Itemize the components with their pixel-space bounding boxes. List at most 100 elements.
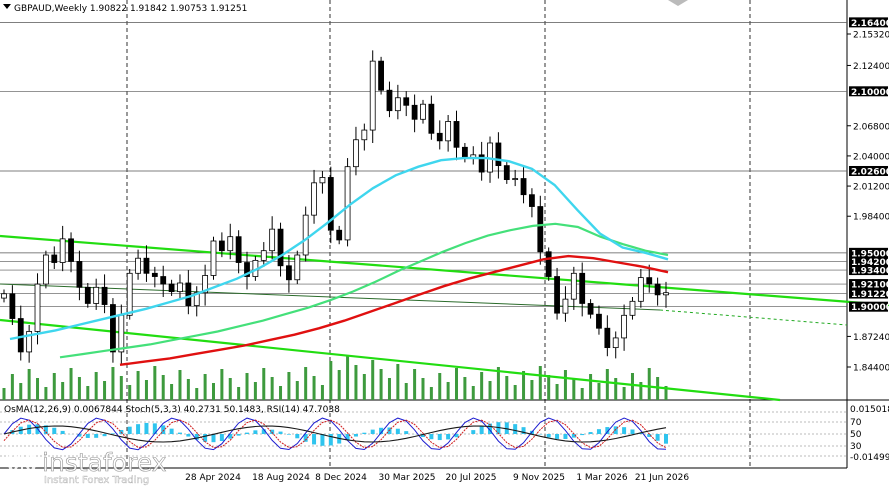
level-tag-2: 2.02600 <box>851 167 889 177</box>
volume-bar-23 <box>195 388 198 400</box>
volume-bar-64 <box>539 366 542 400</box>
volume-bar-53 <box>447 382 450 400</box>
osma-bar-61 <box>513 424 517 434</box>
volume-bar-40 <box>338 370 341 400</box>
candle-body-19 <box>161 277 166 285</box>
osma-bar-21 <box>178 433 182 434</box>
candle-body-7 <box>60 239 65 263</box>
price-chart-svg: 2.153202.124002.068002.040002.012001.984… <box>0 0 889 488</box>
candle-body-27 <box>228 237 233 251</box>
osma-bar-17 <box>144 423 148 434</box>
volume-bar-56 <box>472 386 475 400</box>
volume-bar-14 <box>120 376 123 400</box>
volume-bar-50 <box>421 378 424 400</box>
volume-bar-9 <box>78 377 81 400</box>
volume-bar-33 <box>279 386 282 400</box>
volume-bar-25 <box>212 383 215 400</box>
volume-bar-37 <box>313 376 316 400</box>
volume-bar-62 <box>522 371 525 400</box>
watermark-tagline: Instant Forex Trading <box>44 475 149 486</box>
osma-bar-33 <box>279 432 283 434</box>
osma-bar-78 <box>656 434 660 441</box>
volume-bar-8 <box>70 368 73 400</box>
candle-body-48 <box>404 98 409 106</box>
volume-bar-44 <box>371 360 374 400</box>
candle-body-45 <box>379 61 384 90</box>
osma-bar-79 <box>664 434 668 444</box>
candle-body-41 <box>345 167 350 240</box>
price-label-3: 2.04000 <box>853 152 889 162</box>
osma-bar-20 <box>170 429 174 434</box>
candle-body-74 <box>622 315 627 338</box>
osma-bar-48 <box>404 431 408 434</box>
candle-body-36 <box>303 215 308 255</box>
volume-bar-57 <box>480 372 483 400</box>
osc-axis-50: 50 <box>850 430 862 440</box>
volume-bar-22 <box>187 379 190 400</box>
watermark-brand: instaforex <box>42 448 167 477</box>
price-label-4: 2.01200 <box>853 183 889 193</box>
price-label-2: 2.06800 <box>853 122 889 132</box>
time-label-4: 20 Jul 2025 <box>446 473 497 483</box>
osma-bar-44 <box>371 430 375 434</box>
chart-window: 2.153202.124002.068002.040002.012001.984… <box>0 0 889 488</box>
volume-bar-11 <box>95 372 98 400</box>
volume-bar-71 <box>597 383 600 400</box>
candle-body-12 <box>102 287 107 304</box>
osma-bar-42 <box>354 434 358 437</box>
candle-body-21 <box>177 283 182 292</box>
candle-body-66 <box>555 277 560 314</box>
symbol-ohlc-line: GBPAUD,Weekly 1.90822 1.91842 1.90753 1.… <box>14 4 247 14</box>
osma-bar-66 <box>555 434 559 439</box>
volume-bar-42 <box>354 365 357 400</box>
time-label-0: 28 Apr 2024 <box>185 473 241 483</box>
osma-bar-37 <box>312 434 316 444</box>
volume-bar-41 <box>346 356 349 400</box>
candle-body-72 <box>605 328 610 347</box>
candle-body-32 <box>270 229 275 251</box>
candle-body-50 <box>420 104 425 119</box>
candle-body-61 <box>513 179 518 180</box>
volume-bar-69 <box>581 388 584 400</box>
volume-bar-67 <box>564 370 567 400</box>
candle-body-14 <box>119 315 124 352</box>
volume-bar-43 <box>363 374 366 400</box>
volume-bar-72 <box>606 369 609 400</box>
volume-bar-12 <box>103 381 106 400</box>
osc-axis-top: 0.015018 <box>850 405 889 415</box>
osma-bar-75 <box>630 429 634 434</box>
volume-bar-77 <box>648 368 651 400</box>
candle-body-62 <box>521 179 526 195</box>
volume-bar-13 <box>111 367 114 400</box>
candle-body-75 <box>630 301 635 315</box>
osma-bar-15 <box>128 427 132 434</box>
candle-body-65 <box>546 252 551 277</box>
osma-bar-30 <box>253 430 257 434</box>
candle-body-53 <box>446 121 451 140</box>
volume-bar-31 <box>262 368 265 400</box>
volume-bar-10 <box>86 386 89 400</box>
candle-body-43 <box>362 130 367 140</box>
volume-bar-0 <box>3 388 6 400</box>
level-tag-5: 1.93400 <box>851 267 889 277</box>
candle-body-77 <box>647 278 652 284</box>
osma-bar-22 <box>186 434 190 437</box>
candle-body-20 <box>169 284 174 292</box>
osma-bar-74 <box>622 427 626 434</box>
volume-bar-4 <box>36 378 39 400</box>
price-label-0: 2.15320 <box>853 31 889 41</box>
volume-bar-27 <box>229 378 232 400</box>
candle-body-73 <box>613 338 618 348</box>
candle-body-9 <box>77 261 82 287</box>
volume-bar-1 <box>11 374 14 400</box>
candle-body-4 <box>35 284 40 331</box>
volume-bar-74 <box>623 387 626 400</box>
volume-bar-18 <box>153 366 156 400</box>
volume-bar-30 <box>254 382 257 400</box>
candle-body-6 <box>52 255 57 263</box>
osma-bar-43 <box>362 433 366 434</box>
candle-body-40 <box>337 230 342 240</box>
level-tag-1: 2.10000 <box>851 88 889 98</box>
candle-body-68 <box>571 273 576 299</box>
candle-body-52 <box>437 133 442 141</box>
